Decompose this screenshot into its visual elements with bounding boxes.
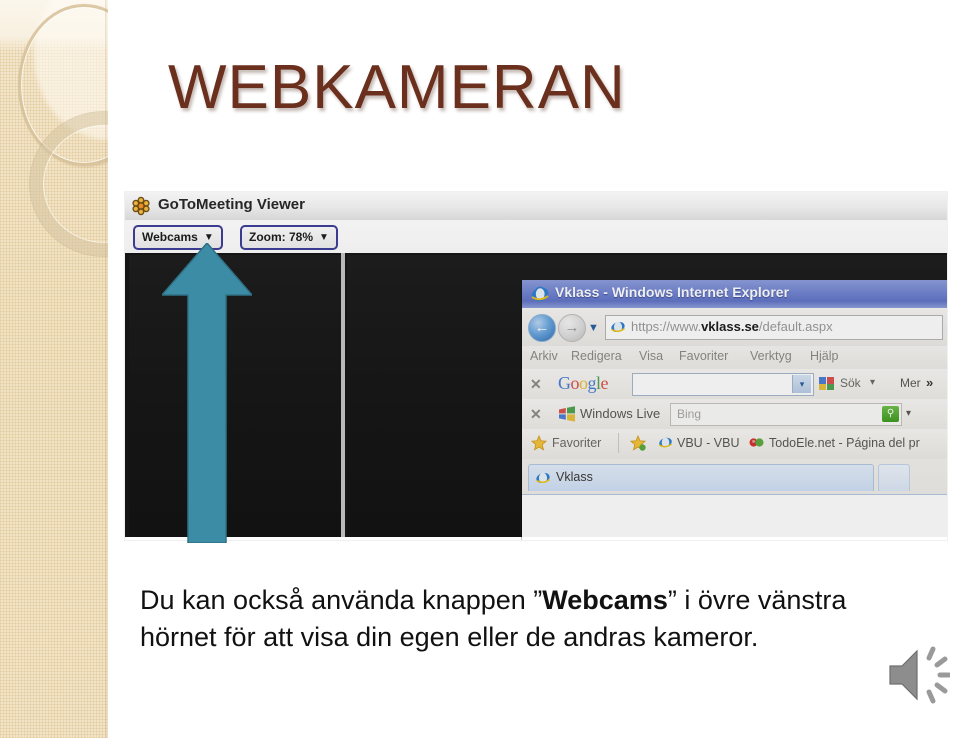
windows-live-logo-icon bbox=[559, 406, 575, 422]
star-icon[interactable] bbox=[531, 435, 547, 451]
internet-explorer-window[interactable]: Vklass - Windows Internet Explorer ← → ▼ bbox=[522, 280, 947, 540]
url-scheme: https://www. bbox=[631, 319, 702, 334]
ie-menu-bar: Arkiv Redigera Visa Favoriter Verktyg Hj… bbox=[522, 346, 947, 370]
annotation-arrow-up-icon bbox=[162, 243, 252, 543]
menu-item-redigera[interactable]: Redigera bbox=[571, 349, 622, 363]
back-button[interactable]: ← bbox=[528, 314, 556, 342]
menu-item-visa[interactable]: Visa bbox=[639, 349, 663, 363]
ie-navigation-row: ← → ▼ https://www.vklass.se/default.aspx bbox=[522, 308, 947, 347]
favorite-item-vbu[interactable]: VBU - VBU bbox=[677, 436, 740, 450]
gotomeeting-app-title: GoToMeeting Viewer bbox=[158, 196, 305, 213]
url-domain: vklass.se bbox=[701, 319, 759, 334]
menu-item-verktyg[interactable]: Verktyg bbox=[750, 349, 792, 363]
address-bar[interactable]: https://www.vklass.se/default.aspx bbox=[605, 315, 943, 340]
history-dropdown-icon[interactable]: ▼ bbox=[588, 322, 599, 334]
chevron-down-icon[interactable]: ▾ bbox=[792, 375, 811, 393]
ie-window-title: Vklass - Windows Internet Explorer bbox=[555, 284, 790, 300]
forward-arrow-icon: → bbox=[564, 319, 580, 336]
google-search-input[interactable]: ▾ bbox=[632, 373, 814, 396]
forward-button[interactable]: → bbox=[558, 314, 586, 342]
menu-item-favoriter[interactable]: Favoriter bbox=[679, 349, 728, 363]
google-letter-6: e bbox=[600, 373, 609, 393]
slide-caption: Du kan också använda knappen ”Webcams” i… bbox=[140, 582, 865, 656]
slide-decorative-sidebar bbox=[0, 0, 108, 738]
sidebar-edge-shadow bbox=[105, 0, 108, 738]
windows-live-label: Windows Live bbox=[580, 406, 661, 421]
speaker-audio-icon[interactable] bbox=[886, 638, 950, 712]
favorites-separator bbox=[618, 433, 619, 453]
gotomeeting-header: GoToMeeting Viewer bbox=[125, 192, 947, 221]
google-letter-4: g bbox=[587, 373, 597, 393]
page-title: WEBKAMERAN bbox=[168, 53, 626, 122]
google-toolbar: ✕ Google ▾ Sök ▾ Mer » bbox=[522, 369, 947, 400]
double-chevron-right-icon[interactable]: » bbox=[926, 375, 933, 390]
bing-search-placeholder: Bing bbox=[677, 407, 702, 421]
presentation-slide: WEBKAMERAN GoToMeeting Viewer Webcams ▼ … bbox=[0, 0, 960, 738]
browser-tab-vklass[interactable]: Vklass bbox=[528, 464, 874, 491]
ie-favicon-icon bbox=[611, 321, 625, 333]
flower-icon bbox=[132, 196, 150, 216]
menu-item-hjalp[interactable]: Hjälp bbox=[810, 349, 839, 363]
chevron-down-icon: ▼ bbox=[319, 232, 329, 243]
ie-page-content bbox=[522, 494, 947, 540]
magnifier-icon[interactable]: ⚲ bbox=[882, 406, 899, 422]
menu-item-arkiv[interactable]: Arkiv bbox=[530, 349, 558, 363]
favorites-label[interactable]: Favoriter bbox=[552, 436, 601, 450]
ie-icon bbox=[536, 472, 550, 484]
google-letter-1: G bbox=[558, 373, 571, 393]
ie-tab-strip: Vklass bbox=[522, 459, 947, 540]
new-tab-button[interactable] bbox=[878, 464, 910, 491]
webcams-button-label: Webcams bbox=[142, 230, 198, 244]
google-search-label[interactable]: Sök bbox=[840, 376, 861, 390]
favorite-item-todoele[interactable]: TodoEle.net - Página del pr bbox=[769, 436, 920, 450]
close-icon[interactable]: ✕ bbox=[530, 406, 542, 423]
caption-bold-webcams: Webcams bbox=[542, 585, 668, 615]
zoom-button-label: Zoom: 78% bbox=[249, 230, 314, 244]
page-icon[interactable] bbox=[658, 435, 673, 450]
google-letter-2: o bbox=[570, 373, 580, 393]
favorites-bar: Favoriter VBU - VBU TodoEle.net - Página… bbox=[522, 429, 947, 460]
caption-part1: Du kan också använda knappen ” bbox=[140, 585, 543, 615]
google-bookmark-icon[interactable] bbox=[818, 374, 836, 392]
url-path: /default.aspx bbox=[758, 319, 833, 334]
chevron-down-icon[interactable]: ▾ bbox=[906, 408, 911, 419]
google-more-label[interactable]: Mer bbox=[900, 376, 921, 390]
google-letter-3: o bbox=[579, 373, 588, 393]
ie-title-bar: Vklass - Windows Internet Explorer bbox=[522, 280, 947, 309]
ie-logo-icon bbox=[531, 286, 549, 302]
star-add-icon[interactable] bbox=[630, 435, 646, 451]
video-pane-divider[interactable] bbox=[341, 253, 345, 540]
browser-tab-label: Vklass bbox=[556, 470, 593, 484]
google-logo: Google bbox=[558, 373, 608, 394]
address-bar-url: https://www.vklass.se/default.aspx bbox=[631, 319, 833, 334]
close-icon[interactable]: ✕ bbox=[530, 376, 542, 393]
zoom-button[interactable]: Zoom: 78% ▼ bbox=[240, 225, 338, 250]
bookmark-icon[interactable] bbox=[749, 436, 764, 450]
bing-search-input[interactable]: Bing ⚲ bbox=[670, 403, 902, 426]
back-arrow-icon: ← bbox=[534, 319, 550, 336]
chevron-down-icon[interactable]: ▾ bbox=[870, 377, 875, 388]
windows-live-toolbar: ✕ Windows Live Bing ⚲ ▾ bbox=[522, 399, 947, 430]
